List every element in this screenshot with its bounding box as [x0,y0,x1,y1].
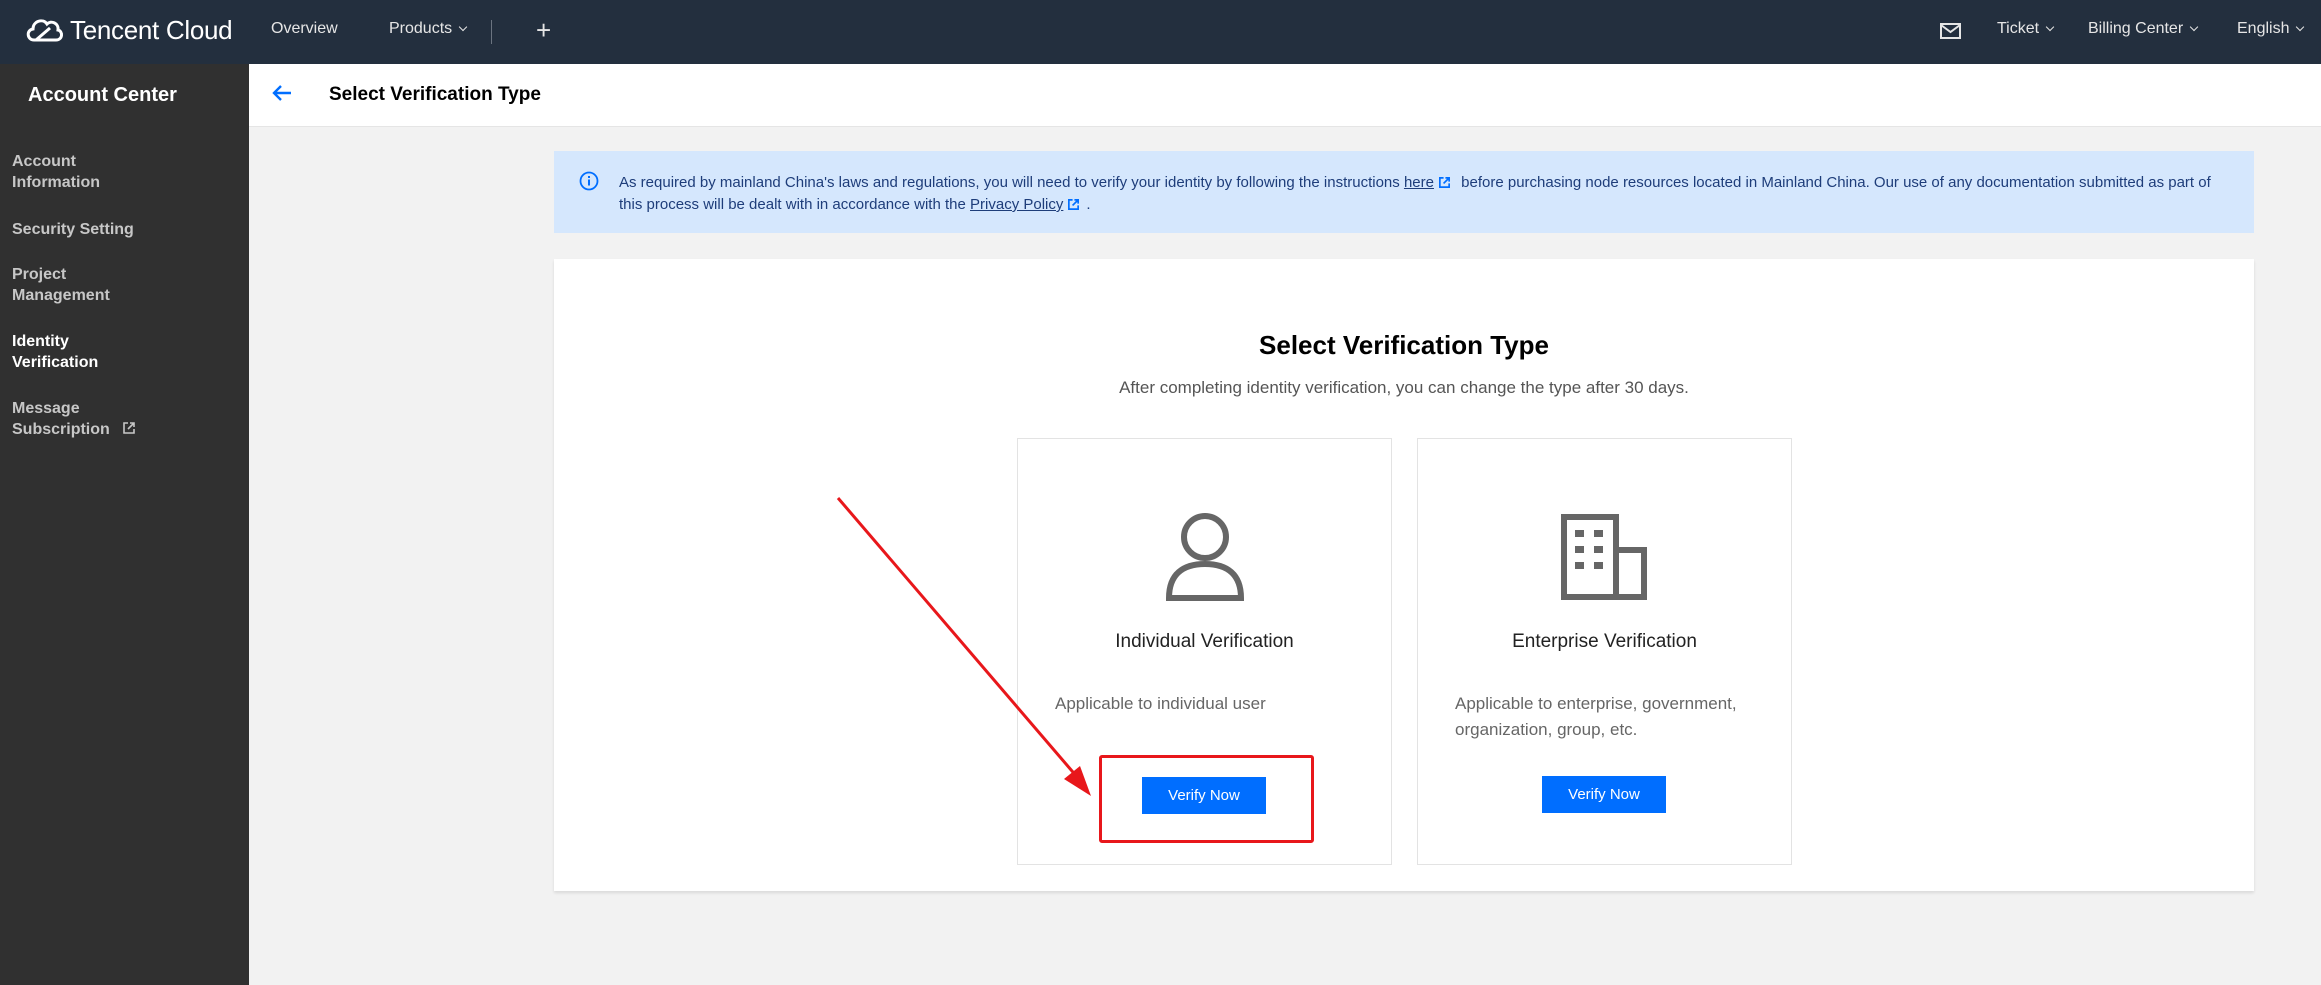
sidebar-item-label: Management [12,287,110,304]
top-navigation-bar: Tencent Cloud Overview Products + Ticket… [0,0,2321,64]
external-link-icon [123,422,136,434]
instructions-here-link[interactable]: here [1404,174,1434,191]
sidebar-item-label: Security Setting [12,221,134,238]
nav-divider [491,20,492,44]
annotation-highlight-box [1099,755,1314,843]
sidebar-title: Account Center [28,84,177,106]
sidebar-item-account-information[interactable]: Account Information [12,151,100,193]
card-description: Applicable to individual user [1055,694,1266,713]
building-icon [1561,514,1647,600]
sidebar-item-label: Subscription [12,421,110,438]
sidebar-item-label: Project [12,266,67,283]
external-link-icon [1068,199,1080,210]
sidebar-item-label: Identity [12,333,69,350]
nav-ticket-label: Ticket [1997,20,2040,37]
nav-billing-center[interactable]: Billing Center [2088,20,2199,38]
card-description: Applicable to enterprise, government, or… [1455,694,1737,739]
mail-icon[interactable] [1940,23,1961,39]
sidebar-item-label: Message [12,400,80,417]
banner-message: As required by mainland China's laws and… [619,172,2219,216]
external-link-icon [1439,177,1450,188]
main-title: Select Verification Type [1259,330,1549,360]
sidebar-item-project-management[interactable]: Project Management [12,264,110,306]
back-arrow-icon[interactable] [271,83,293,103]
chevron-down-icon [2296,22,2305,32]
sidebar-item-label: Verification [12,354,99,371]
page-header [249,64,2321,127]
privacy-policy-link[interactable]: Privacy Policy [970,196,1063,213]
enterprise-verification-card[interactable]: Enterprise Verification Applicable to en… [1417,438,1792,865]
page-title: Select Verification Type [329,84,541,105]
chevron-down-icon [458,22,468,32]
sidebar-item-security-setting[interactable]: Security Setting [12,219,134,240]
sidebar-item-message-subscription[interactable]: Message Subscription [12,398,136,440]
nav-language-label: English [2237,20,2290,37]
sidebar-item-label: Information [12,174,100,191]
sidebar-item-label: Account [12,153,76,170]
nav-products[interactable]: Products [389,20,468,38]
nav-ticket[interactable]: Ticket [1997,20,2055,38]
banner-text-end: . [1086,196,1091,213]
chevron-down-icon [2189,22,2199,32]
cloud-logo-icon [26,19,63,42]
enterprise-verify-now-button[interactable]: Verify Now [1542,776,1666,813]
add-shortcut-button[interactable]: + [536,16,551,44]
person-icon [1165,513,1245,601]
nav-products-label: Products [389,20,453,37]
info-icon [579,171,599,191]
nav-overview-label: Overview [271,20,338,37]
sidebar-item-identity-verification[interactable]: Identity Verification [12,331,98,373]
main-subtitle: After completing identity verification, … [1119,378,1689,397]
tencent-cloud-logo[interactable]: Tencent Cloud [24,14,233,46]
sidebar [0,64,249,985]
brand-name: Tencent Cloud [70,14,233,45]
nav-overview[interactable]: Overview [271,20,338,38]
nav-billing-label: Billing Center [2088,20,2184,37]
nav-language[interactable]: English [2237,20,2305,38]
chevron-down-icon [2045,22,2055,32]
card-title: Enterprise Verification [1512,631,1697,652]
banner-text-before: As required by mainland China's laws and… [619,174,1400,191]
card-title: Individual Verification [1115,631,1294,652]
